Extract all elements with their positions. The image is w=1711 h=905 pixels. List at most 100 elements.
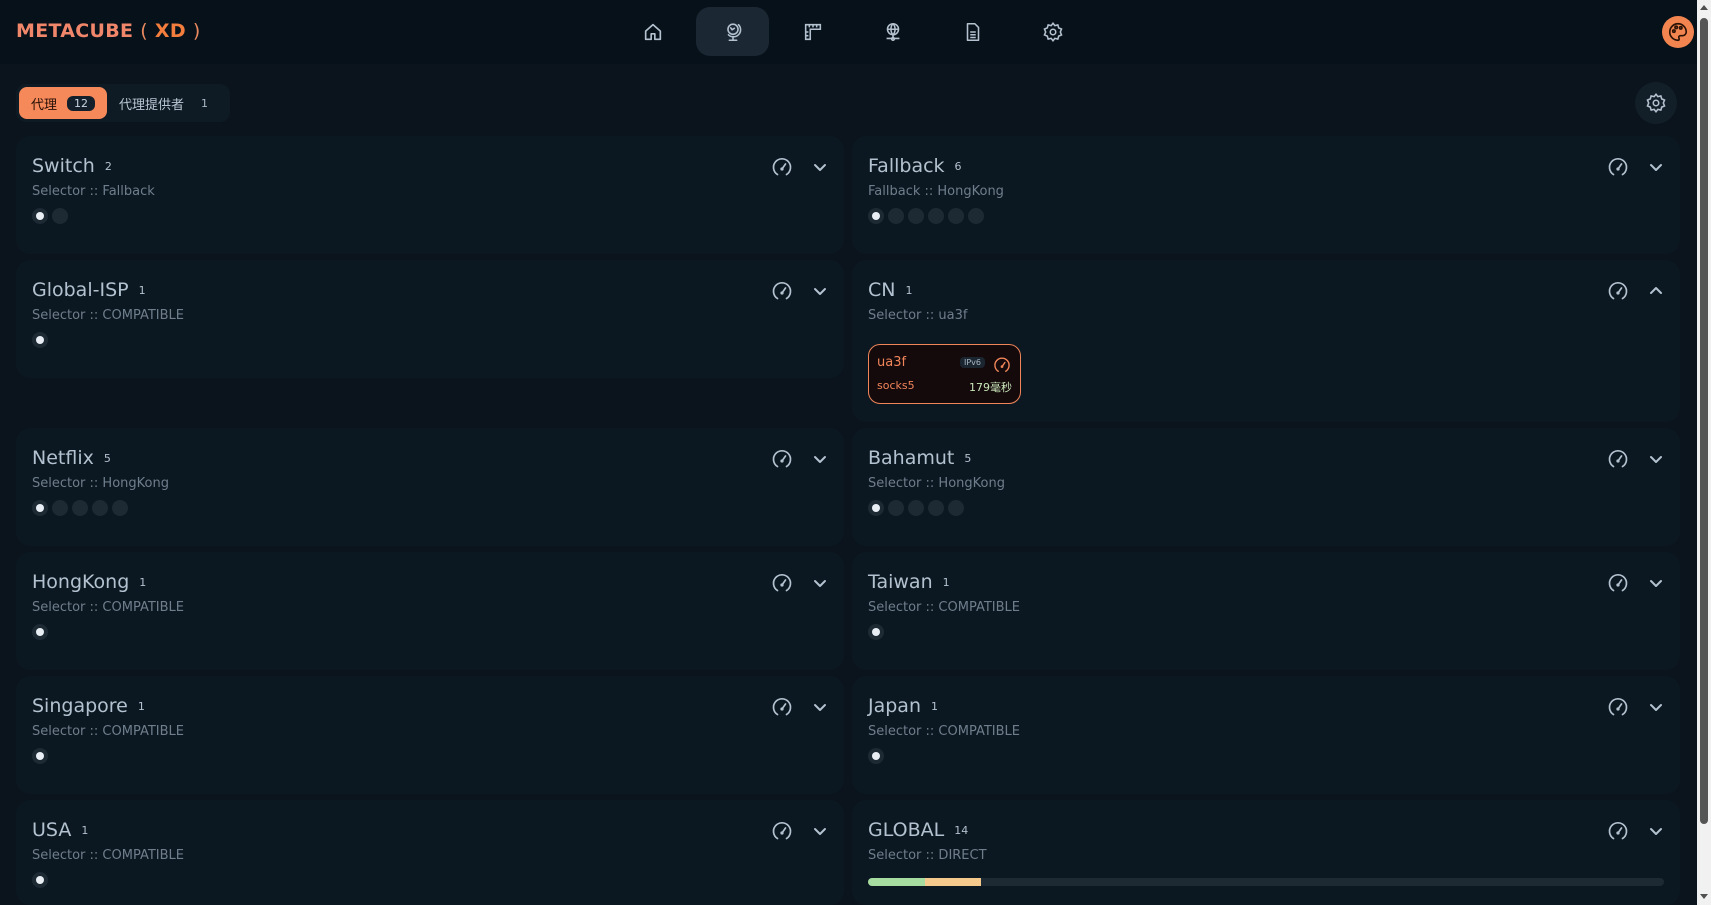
chevron-down-icon[interactable] bbox=[808, 695, 832, 719]
proxy-dot[interactable] bbox=[52, 208, 68, 224]
ruler-icon bbox=[804, 23, 821, 40]
proxy-dot[interactable] bbox=[888, 500, 904, 516]
proxy-dot[interactable] bbox=[928, 208, 944, 224]
nav-overview-button[interactable] bbox=[616, 7, 689, 56]
chevron-down-icon[interactable] bbox=[808, 279, 832, 303]
proxy-dot[interactable] bbox=[908, 500, 924, 516]
proxy-dot[interactable] bbox=[868, 500, 884, 516]
proxy-dot[interactable] bbox=[112, 500, 128, 516]
group-name: GLOBAL bbox=[868, 819, 945, 841]
proxy-dot[interactable] bbox=[72, 500, 88, 516]
proxy-dot[interactable] bbox=[868, 624, 884, 640]
chevron-down-icon[interactable] bbox=[1644, 155, 1668, 179]
proxy-dot[interactable] bbox=[32, 500, 48, 516]
group-header: HongKong 1 bbox=[32, 571, 146, 593]
proxy-group-card[interactable]: Netflix 5 Selector :: HongKong bbox=[16, 428, 844, 546]
scroll-up-arrow-icon[interactable] bbox=[1700, 5, 1708, 10]
latency-test-icon[interactable] bbox=[770, 571, 794, 595]
tab-proxies[interactable]: 代理 12 bbox=[19, 87, 108, 119]
latency-test-icon[interactable] bbox=[770, 279, 794, 303]
proxy-dot[interactable] bbox=[32, 872, 48, 888]
proxy-dot[interactable] bbox=[888, 208, 904, 224]
latency-test-icon[interactable] bbox=[1606, 279, 1630, 303]
proxy-dot[interactable] bbox=[32, 332, 48, 348]
nav-rules-button[interactable] bbox=[776, 7, 849, 56]
chevron-down-icon[interactable] bbox=[808, 155, 832, 179]
scroll-down-arrow-icon[interactable] bbox=[1700, 894, 1708, 899]
group-subtitle: Selector :: COMPATIBLE bbox=[32, 308, 184, 323]
nav-proxies-button[interactable] bbox=[696, 7, 769, 56]
scrollbar-thumb[interactable] bbox=[1700, 18, 1708, 824]
page-scrollbar[interactable] bbox=[1697, 0, 1711, 905]
proxy-dot[interactable] bbox=[948, 500, 964, 516]
latency-test-icon[interactable] bbox=[770, 155, 794, 179]
chevron-down-icon[interactable] bbox=[808, 819, 832, 843]
latency-test-icon[interactable] bbox=[770, 695, 794, 719]
group-name: Japan bbox=[868, 695, 921, 717]
chevron-down-icon[interactable] bbox=[808, 447, 832, 471]
proxy-dot[interactable] bbox=[32, 208, 48, 224]
nav-connections-button[interactable] bbox=[856, 7, 929, 56]
proxy-dots bbox=[32, 872, 52, 888]
latency-test-icon[interactable] bbox=[992, 355, 1012, 375]
latency-test-icon[interactable] bbox=[1606, 571, 1630, 595]
chevron-up-icon[interactable] bbox=[1644, 279, 1668, 303]
group-count: 1 bbox=[137, 700, 145, 713]
chevron-down-icon[interactable] bbox=[1644, 819, 1668, 843]
ipv6-badge: IPv6 bbox=[960, 357, 986, 368]
group-count: 1 bbox=[905, 284, 913, 297]
latency-test-icon[interactable] bbox=[770, 819, 794, 843]
proxy-node-card[interactable]: ua3f IPv6 socks5 179毫秒 bbox=[868, 344, 1021, 404]
group-header: CN 1 bbox=[868, 279, 912, 301]
proxy-dot[interactable] bbox=[92, 500, 108, 516]
node-name: ua3f bbox=[877, 355, 907, 370]
proxy-dot[interactable] bbox=[32, 748, 48, 764]
proxy-settings-button[interactable] bbox=[1635, 82, 1677, 124]
proxy-group-card[interactable]: Switch 2 Selector :: Fallback bbox=[16, 136, 844, 254]
chevron-down-icon[interactable] bbox=[808, 571, 832, 595]
latency-distribution-bar bbox=[868, 878, 1664, 886]
group-header: Fallback 6 bbox=[868, 155, 962, 177]
proxy-group-card[interactable]: Taiwan 1 Selector :: COMPATIBLE bbox=[852, 552, 1680, 670]
proxy-dot[interactable] bbox=[948, 208, 964, 224]
group-count: 1 bbox=[931, 700, 938, 713]
proxy-group-card[interactable]: HongKong 1 Selector :: COMPATIBLE bbox=[16, 552, 844, 670]
tab-proxy-providers[interactable]: 代理提供者 1 bbox=[107, 87, 227, 119]
latency-test-icon[interactable] bbox=[1606, 695, 1630, 719]
nav-logs-button[interactable] bbox=[936, 7, 1009, 56]
proxy-dot[interactable] bbox=[928, 500, 944, 516]
proxy-dot[interactable] bbox=[32, 624, 48, 640]
group-count: 1 bbox=[942, 576, 950, 589]
logo-paren-open: ( bbox=[140, 20, 148, 42]
latency-test-icon[interactable] bbox=[770, 447, 794, 471]
proxy-group-card[interactable]: Bahamut 5 Selector :: HongKong bbox=[852, 428, 1680, 546]
group-header: Global-ISP 1 bbox=[32, 279, 146, 301]
latency-test-icon[interactable] bbox=[1606, 155, 1630, 179]
proxy-dot[interactable] bbox=[968, 208, 984, 224]
proxy-dot[interactable] bbox=[908, 208, 924, 224]
latency-test-icon[interactable] bbox=[1606, 447, 1630, 471]
proxy-group-card[interactable]: USA 1 Selector :: COMPATIBLE bbox=[16, 800, 844, 905]
proxy-group-card[interactable]: Global-ISP 1Selector :: COMPATIBLE bbox=[16, 260, 844, 378]
latency-test-icon[interactable] bbox=[1606, 819, 1630, 843]
chevron-down-icon[interactable] bbox=[1644, 695, 1668, 719]
proxy-group-card[interactable]: GLOBAL 14 Selector :: DIRECT bbox=[852, 800, 1680, 905]
main-nav bbox=[616, 7, 1096, 57]
proxy-dot[interactable] bbox=[868, 748, 884, 764]
proxy-dots bbox=[32, 332, 52, 348]
group-header: USA 1 bbox=[32, 819, 88, 841]
proxy-group-card[interactable]: Japan 1 Selector :: COMPATIBLE bbox=[852, 676, 1680, 794]
chevron-down-icon[interactable] bbox=[1644, 571, 1668, 595]
group-name: HongKong bbox=[32, 571, 130, 593]
proxy-group-card[interactable]: Fallback 6 Fallback :: HongKong bbox=[852, 136, 1680, 254]
nav-config-button[interactable] bbox=[1016, 7, 1089, 56]
proxy-dot[interactable] bbox=[52, 500, 68, 516]
proxy-group-card[interactable]: Singapore 1 Selector :: COMPATIBLE bbox=[16, 676, 844, 794]
group-subtitle: Selector :: COMPATIBLE bbox=[868, 600, 1020, 615]
group-count: 1 bbox=[139, 576, 147, 589]
chevron-down-icon[interactable] bbox=[1644, 447, 1668, 471]
proxy-group-card[interactable]: CN 1 Selector :: ua3f ua3f IPv6 socks5 179毫秒 bbox=[852, 260, 1680, 422]
theme-button[interactable] bbox=[1662, 16, 1694, 48]
proxy-dot[interactable] bbox=[868, 208, 884, 224]
gear-icon bbox=[1042, 21, 1063, 42]
